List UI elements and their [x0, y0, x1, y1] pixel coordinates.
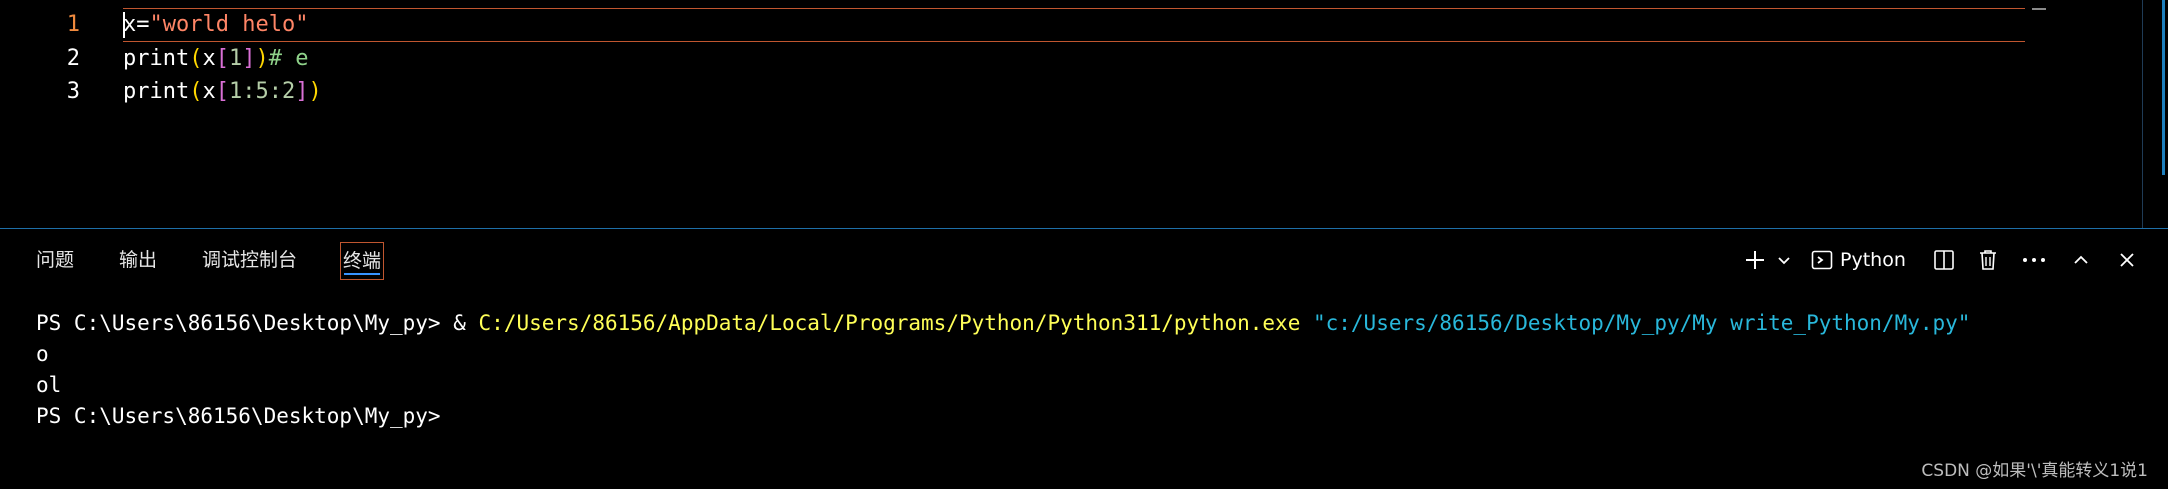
call-operator: &: [453, 311, 479, 335]
terminal-line: o: [36, 339, 1970, 370]
terminal-profile-label: Python: [1840, 249, 1906, 271]
code-line[interactable]: print(x[1:5:2]): [123, 75, 322, 109]
program-output: o: [36, 342, 49, 366]
code-token-paren: (: [189, 79, 203, 104]
more-actions-button[interactable]: [2016, 241, 2052, 279]
terminal-prompt: PS C:\Users\86156\Desktop\My_py>: [36, 404, 441, 428]
terminal-line: PS C:\Users\86156\Desktop\My_py>: [36, 401, 1970, 432]
python-exe-path: C:/Users/86156/AppData/Local/Programs/Py…: [478, 311, 1301, 335]
code-token-ident: print: [123, 79, 190, 104]
code-token-num: 1: [228, 46, 243, 71]
terminal-output[interactable]: PS C:\Users\86156\Desktop\My_py> & C:/Us…: [36, 308, 1970, 432]
bottom-panel: 问题 输出 调试控制台 终端 Python PS C:\Users\86156\…: [0, 229, 2168, 489]
terminal-line: ol: [36, 370, 1970, 401]
code-token-brack: ]: [295, 79, 309, 104]
terminal-instance-button[interactable]: Python: [1810, 241, 1916, 279]
terminal-icon: [1810, 248, 1834, 272]
program-output: ol: [36, 373, 62, 397]
panel-tabs: 问题 输出 调试控制台 终端 Python: [0, 229, 2168, 291]
code-token-paren: ): [255, 46, 269, 71]
code-token-ident: x: [202, 46, 216, 71]
code-token-num: 1:5:2: [228, 79, 296, 104]
scrollbar-overview-ruler: [2162, 0, 2165, 175]
kill-terminal-button[interactable]: [1970, 241, 2006, 279]
trash-icon: [1977, 248, 1999, 272]
code-token-ident: x: [123, 12, 137, 37]
new-terminal-button[interactable]: [1738, 241, 1772, 279]
split-terminal-button[interactable]: [1926, 241, 1962, 279]
minimap-indicator: [2032, 8, 2046, 10]
code-token-brack: ]: [242, 46, 256, 71]
close-icon: [2117, 250, 2137, 270]
line-number: 2: [66, 46, 80, 71]
code-token-brack: [: [215, 79, 229, 104]
maximize-panel-button[interactable]: [2064, 241, 2098, 279]
current-line-highlight: [123, 8, 2025, 42]
code-token-str: "world helo": [149, 12, 309, 37]
split-icon: [1933, 249, 1955, 271]
plus-icon: [1743, 248, 1767, 272]
code-token-paren: ): [308, 79, 322, 104]
ellipsis-icon: [2022, 256, 2046, 264]
terminal-line: PS C:\Users\86156\Desktop\My_py> & C:/Us…: [36, 308, 1970, 339]
chevron-up-icon: [2071, 250, 2091, 270]
code-token-comment: # e: [268, 46, 309, 71]
code-line[interactable]: x="world helo": [123, 8, 308, 42]
line-number: 3: [66, 79, 80, 104]
code-token-brack: [: [215, 46, 229, 71]
chevron-down-icon: [1776, 252, 1792, 268]
terminal-prompt: PS C:\Users\86156\Desktop\My_py>: [36, 311, 454, 335]
watermark: CSDN @如果'\'真能转义1说1: [1921, 461, 2148, 481]
code-token-paren: (: [189, 46, 203, 71]
code-line[interactable]: print(x[1])# e: [123, 42, 308, 76]
line-number: 1: [66, 12, 80, 37]
code-token-ident: print: [123, 46, 190, 71]
code-token-ident: x: [202, 79, 216, 104]
code-token-op: =: [136, 12, 150, 37]
terminal-profiles-dropdown[interactable]: [1772, 241, 1796, 279]
script-path-argument: "c:/Users/86156/Desktop/My_py/My write_P…: [1300, 311, 1971, 335]
code-editor[interactable]: 1 x="world helo" 2 print(x[1])# e 3 print(x[1…: [0, 0, 2168, 228]
close-panel-button[interactable]: [2110, 241, 2144, 279]
